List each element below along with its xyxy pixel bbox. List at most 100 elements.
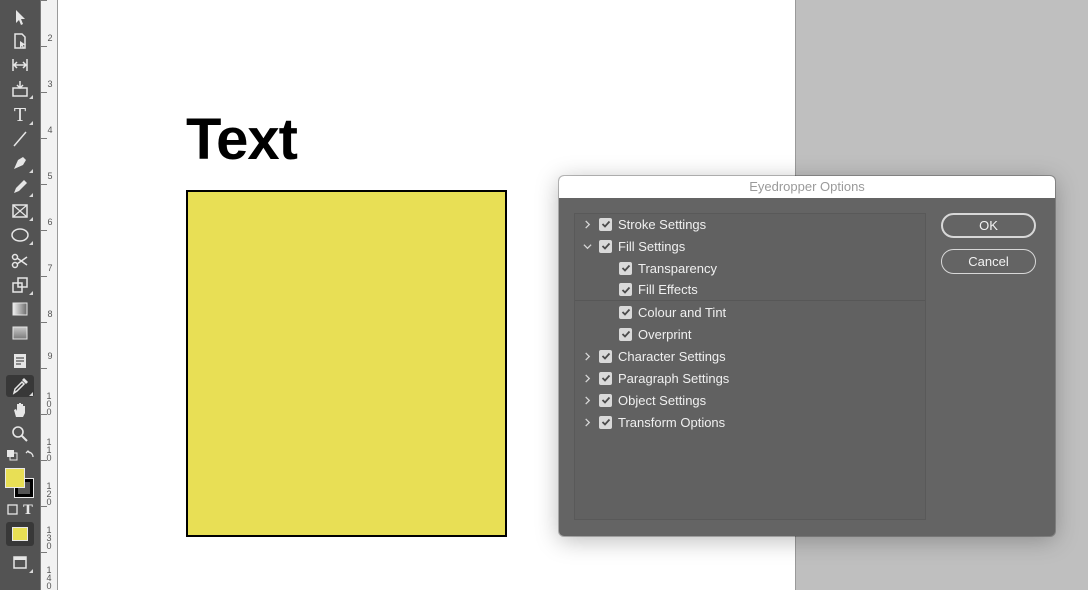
ruler-label: 6 bbox=[47, 217, 53, 227]
checkbox-transparency[interactable] bbox=[619, 261, 632, 275]
checkbox-overprint[interactable] bbox=[619, 327, 632, 341]
option-row-paragraph-settings: Paragraph Settings bbox=[575, 367, 925, 389]
chevron-right-icon[interactable] bbox=[579, 351, 595, 361]
option-label: Paragraph Settings bbox=[618, 370, 730, 386]
eyedropper-tool[interactable] bbox=[6, 375, 34, 397]
pencil-icon bbox=[14, 180, 27, 193]
rectangle-frame-tool[interactable] bbox=[6, 200, 34, 222]
option-row-fill-effects: Fill Effects bbox=[575, 279, 925, 301]
collector-icon bbox=[12, 81, 28, 97]
option-label: Stroke Settings bbox=[618, 216, 707, 232]
page-tool[interactable] bbox=[6, 30, 34, 52]
ellipse-icon bbox=[11, 228, 29, 242]
text-format-icon: T bbox=[23, 502, 33, 518]
options-list: Stroke Settings Fill Settings Transparency… bbox=[574, 213, 926, 520]
apply-colour-button[interactable] bbox=[6, 522, 34, 546]
swap-icon bbox=[7, 450, 34, 461]
tools-panel: T T bbox=[0, 0, 40, 590]
ruler-label: 4 bbox=[47, 125, 53, 135]
option-label: Overprint bbox=[638, 326, 692, 342]
gradient-feather-tool[interactable] bbox=[6, 322, 34, 344]
ruler-label: 5 bbox=[47, 171, 53, 181]
checkbox-transform-options[interactable] bbox=[599, 415, 612, 429]
checkbox-fill-effects[interactable] bbox=[619, 283, 632, 296]
option-label: Transparency bbox=[638, 260, 717, 276]
option-row-fill-settings: Fill Settings bbox=[575, 235, 925, 257]
arrow-icon bbox=[16, 10, 25, 25]
scissors-icon bbox=[11, 253, 28, 269]
option-label: Object Settings bbox=[618, 392, 707, 408]
type-icon: T bbox=[13, 104, 26, 126]
ruler-label: 130 bbox=[46, 525, 52, 551]
pencil-tool[interactable] bbox=[6, 176, 34, 198]
chevron-right-icon[interactable] bbox=[579, 417, 595, 427]
scissors-tool[interactable] bbox=[6, 250, 34, 272]
format-text-button[interactable]: T bbox=[20, 500, 36, 520]
ruler-label: 7 bbox=[47, 263, 53, 273]
checkbox-object-settings[interactable] bbox=[599, 393, 612, 407]
gap-tool[interactable] bbox=[6, 54, 34, 76]
feather-icon bbox=[12, 326, 28, 340]
transform-icon bbox=[12, 277, 28, 293]
gap-icon bbox=[12, 59, 28, 71]
frame-icon bbox=[12, 204, 28, 218]
page-icon bbox=[14, 33, 26, 49]
yellow-rectangle[interactable] bbox=[186, 190, 507, 537]
option-row-transparency: Transparency bbox=[575, 257, 925, 279]
screen-mode-button[interactable] bbox=[6, 552, 34, 574]
dialog-title[interactable]: Eyedropper Options bbox=[559, 176, 1055, 198]
text-frame[interactable]: Text bbox=[186, 108, 298, 172]
chevron-right-icon[interactable] bbox=[579, 395, 595, 405]
checkbox-character-settings[interactable] bbox=[599, 349, 612, 363]
option-row-stroke-settings: Stroke Settings bbox=[575, 213, 925, 235]
option-row-overprint: Overprint bbox=[575, 323, 925, 345]
chevron-right-icon[interactable] bbox=[579, 219, 595, 229]
checkbox-paragraph-settings[interactable] bbox=[599, 371, 612, 385]
option-label: Fill Settings bbox=[618, 238, 686, 254]
type-tool[interactable]: T bbox=[6, 104, 34, 126]
ruler-label: 100 bbox=[46, 391, 52, 417]
cancel-button[interactable]: Cancel bbox=[941, 249, 1036, 274]
option-row-object-settings: Object Settings bbox=[575, 389, 925, 411]
note-icon bbox=[14, 354, 26, 368]
checkbox-stroke-settings[interactable] bbox=[599, 217, 612, 231]
chevron-down-icon[interactable] bbox=[579, 242, 595, 251]
zoom-icon bbox=[12, 426, 28, 442]
pen-tool[interactable] bbox=[6, 152, 34, 174]
ruler-label: 110 bbox=[46, 437, 52, 463]
fill-swatch[interactable] bbox=[5, 468, 25, 488]
selection-tool[interactable] bbox=[6, 6, 34, 28]
line-icon bbox=[13, 131, 27, 147]
option-row-transform-options: Transform Options bbox=[575, 411, 925, 433]
gradient-swatch-tool[interactable] bbox=[6, 298, 34, 320]
eyedropper-icon bbox=[12, 378, 28, 395]
pen-icon bbox=[14, 157, 26, 169]
hand-tool[interactable] bbox=[6, 399, 34, 421]
note-tool[interactable] bbox=[6, 350, 34, 372]
ruler-label: 8 bbox=[47, 309, 53, 319]
ok-button[interactable]: OK bbox=[941, 213, 1036, 238]
option-row-character-settings: Character Settings bbox=[575, 345, 925, 367]
checkbox-colour-and-tint[interactable] bbox=[619, 305, 632, 319]
swap-fill-stroke[interactable] bbox=[4, 447, 38, 465]
zoom-tool[interactable] bbox=[6, 423, 34, 445]
option-label: Transform Options bbox=[618, 414, 726, 430]
colour-chip bbox=[12, 527, 28, 541]
ruler-label: 9 bbox=[47, 351, 53, 361]
eyedropper-options-dialog: Eyedropper Options Stroke Settings Fill S… bbox=[559, 176, 1055, 536]
ellipse-tool[interactable] bbox=[6, 224, 34, 246]
content-collector-tool[interactable] bbox=[6, 78, 34, 100]
line-tool[interactable] bbox=[6, 128, 34, 150]
option-label: Fill Effects bbox=[638, 282, 698, 297]
chevron-right-icon[interactable] bbox=[579, 373, 595, 383]
ruler-label: 140 bbox=[46, 565, 52, 590]
free-transform-tool[interactable] bbox=[6, 274, 34, 296]
gradient-icon bbox=[12, 302, 28, 316]
option-label: Colour and Tint bbox=[638, 304, 727, 320]
checkbox-fill-settings[interactable] bbox=[599, 239, 612, 253]
ruler-label: 3 bbox=[47, 79, 53, 89]
vertical-ruler[interactable]: 2 3 4 5 6 7 8 9 100 110 120 130 140 bbox=[40, 0, 58, 590]
option-label: Character Settings bbox=[618, 348, 726, 364]
screen-mode-icon bbox=[13, 556, 27, 569]
hand-icon bbox=[14, 403, 25, 417]
